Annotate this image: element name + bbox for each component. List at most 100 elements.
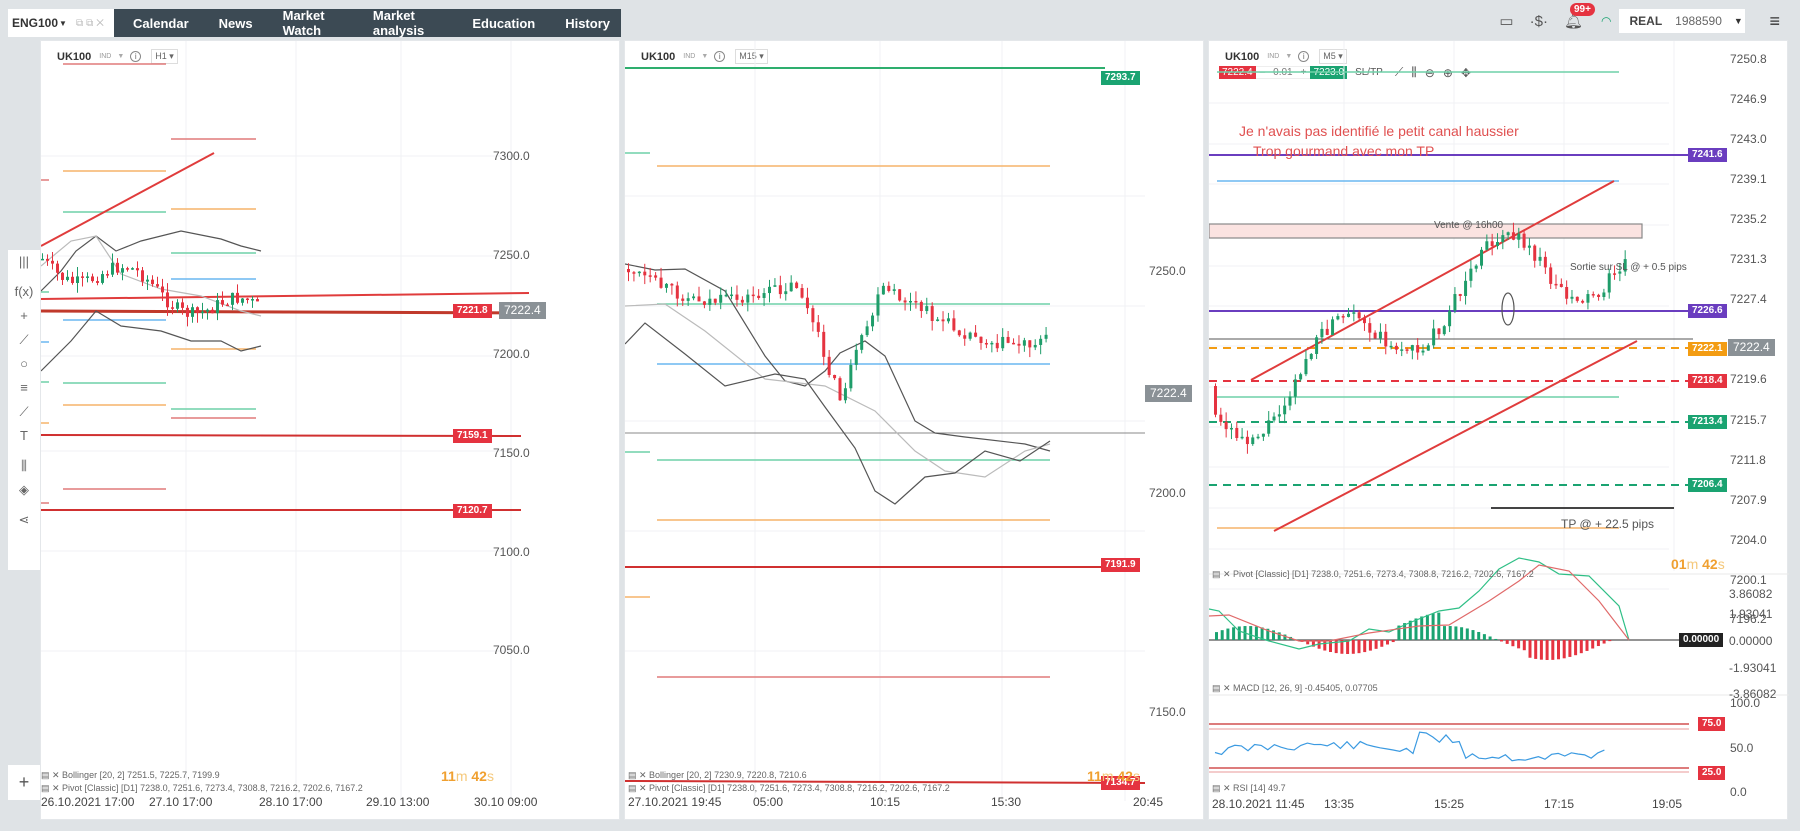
window-controls-icon[interactable]: ⧉⧉✕ [76, 18, 107, 29]
nav-market-watch[interactable]: Market Watch [264, 8, 354, 38]
candle [1554, 283, 1558, 286]
y-axis-label: 7250.8 [1730, 52, 1767, 66]
candle [1474, 265, 1478, 269]
macd-histogram-bar [1465, 628, 1469, 640]
chevron-down-icon[interactable]: ▼ [59, 19, 67, 28]
y-axis-label: 7215.7 [1730, 413, 1767, 427]
macd-legend: ▤ ✕ MACD [12, 26, 9] -0.45405, 0.07705 [1212, 683, 1378, 693]
macd-histogram-bar [1557, 640, 1560, 660]
candle [1511, 232, 1515, 240]
candle [1597, 294, 1601, 297]
nav-market-analysis[interactable]: Market analysis [354, 8, 453, 38]
annotation-text: Trop gourmand avec mon TP [1253, 143, 1435, 159]
nav-news[interactable]: News [200, 16, 264, 31]
current-price-tag: 7222.4 [499, 302, 546, 319]
chart-panel-m15[interactable]: UK100 IND ▼ i M15 ▾ 7293.7 7191.9 7134.7 72… [624, 40, 1204, 820]
candle [101, 274, 104, 283]
price-tag: 7120.7 [453, 504, 492, 518]
candle [735, 294, 739, 300]
candle [1613, 273, 1617, 275]
price-chart-h1 [41, 41, 532, 801]
candle [136, 268, 139, 271]
candle [1464, 280, 1468, 296]
candle [1245, 436, 1249, 445]
pitchfork-icon[interactable]: ⟋ [8, 400, 40, 424]
candle [1001, 336, 1005, 349]
candle [161, 286, 164, 293]
add-chart-button[interactable]: + [8, 765, 40, 800]
supply-zone [1209, 223, 1643, 239]
candle [784, 291, 788, 295]
candle [692, 296, 696, 299]
macd-histogram-bar [1249, 626, 1253, 640]
chart-panel-m5[interactable]: UK100 IND ▼ i M5 ▾ 7222.4 – 0.01 + 7223.… [1208, 40, 1789, 820]
candle [1044, 334, 1048, 339]
chart-panel-h1[interactable]: UK100 IND ▼ i H1 ▾ 7221.8 7159.1 7120.7 722… [40, 40, 620, 820]
candles-icon[interactable]: ⫼ [8, 454, 40, 478]
y-axis-label: 7200.1 [1730, 573, 1767, 587]
candle [151, 279, 154, 285]
nav-education[interactable]: Education [453, 16, 546, 31]
candle [51, 260, 54, 264]
macd-histogram-bar [1346, 640, 1350, 654]
share-icon[interactable]: ⋖ [8, 508, 40, 532]
candle [773, 285, 777, 287]
candle [1315, 337, 1319, 354]
annotation-tp: TP @ + 22.5 pips [1561, 517, 1655, 531]
macd-y-label: 0.00000 [1729, 634, 1773, 648]
candle [141, 270, 144, 282]
line-icon[interactable]: ⟋ [8, 328, 40, 352]
candle [216, 300, 219, 314]
symbol-tab[interactable]: ENG100 ▼ ⧉⧉✕ [8, 9, 114, 37]
macd-histogram-bar [1357, 640, 1361, 654]
fx-icon[interactable]: f(x) [8, 280, 40, 304]
candle [627, 269, 630, 273]
candle [681, 298, 685, 301]
bell-icon[interactable]: 🔔︎ 99+ [1564, 3, 1595, 30]
bars-icon[interactable]: ||| [8, 250, 40, 274]
macd-histogram-bar [1454, 626, 1458, 640]
fib-icon[interactable]: ≡ [8, 376, 40, 400]
y-axis-label: 7150.0 [1149, 705, 1186, 719]
y-axis-label: 7239.1 [1730, 172, 1767, 186]
chevron-down-icon: ▼ [1733, 16, 1743, 26]
candle [156, 284, 159, 287]
menu-icon[interactable]: ≡ [1769, 11, 1780, 32]
candle [1251, 437, 1255, 445]
candle [1224, 421, 1228, 430]
text-icon[interactable]: T [8, 424, 40, 448]
candle [1591, 294, 1595, 296]
candle [800, 288, 804, 298]
layers-icon[interactable]: ◈ [8, 478, 40, 502]
x-axis-label: 10:15 [870, 795, 901, 809]
crosshair-icon[interactable]: + [8, 304, 40, 328]
macd-histogram-bar [1237, 626, 1241, 640]
candle [1357, 312, 1361, 319]
deposit-icon[interactable]: ·$· [1530, 13, 1548, 30]
macd-histogram-bar [1568, 640, 1572, 657]
candle [952, 318, 956, 331]
candle [903, 300, 907, 303]
candle [1384, 331, 1388, 347]
rsi-y-label: 100.0 [1730, 696, 1761, 710]
layout-icon[interactable]: ▭ [1499, 12, 1513, 30]
candle [1549, 267, 1553, 284]
candle [1538, 256, 1542, 261]
macd-histogram-bar [1511, 640, 1515, 647]
candle [1607, 273, 1611, 293]
macd-histogram-bar [1574, 640, 1578, 656]
nav-calendar[interactable]: Calendar [114, 16, 200, 31]
x-axis-label: 28.10.2021 11:45 [1212, 797, 1305, 811]
circle-icon[interactable]: ○ [8, 352, 40, 376]
macd-histogram-bar [1517, 640, 1521, 649]
candle [887, 285, 891, 291]
nav-history[interactable]: History [546, 16, 621, 31]
candle [990, 342, 994, 345]
candle [833, 374, 837, 379]
candle [1543, 256, 1547, 268]
candle [121, 268, 124, 273]
account-selector[interactable]: REAL 1988590 ▼ [1619, 9, 1746, 33]
price-tag: 7191.9 [1101, 558, 1140, 572]
macd-histogram-bar [1254, 626, 1258, 640]
macd-histogram-bar [1494, 638, 1498, 640]
